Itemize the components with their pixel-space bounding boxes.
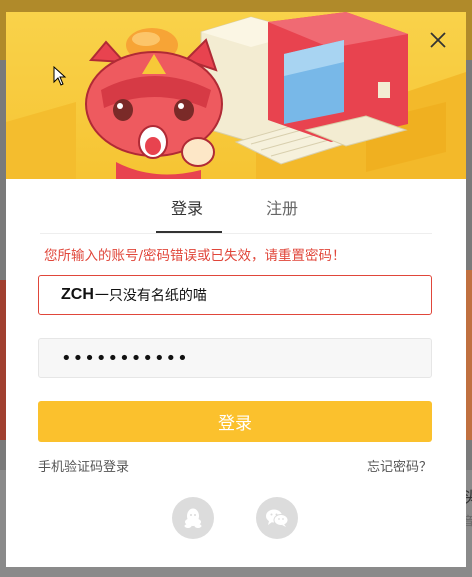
login-tabs: 登录 注册 — [40, 179, 432, 234]
tab-login[interactable]: 登录 — [171, 195, 203, 219]
backdrop-right-card — [466, 270, 472, 440]
login-banner-illustration — [6, 12, 466, 179]
forgot-password-link[interactable]: 忘记密码？ — [367, 456, 432, 475]
login-modal: 登录 注册 您所输入的账号/密码错误或已失效，请重置密码！ ZCH 一只没有名纸… — [6, 12, 466, 567]
error-message: 您所输入的账号/密码错误或已失效，请重置密码！ — [44, 248, 346, 264]
password-value: ••••••••••• — [61, 347, 189, 369]
username-prefix: ZCH — [61, 286, 94, 303]
login-button[interactable]: 登录 — [38, 401, 432, 442]
qq-icon — [184, 508, 202, 528]
sms-login-link[interactable]: 手机验证码登录 — [38, 456, 129, 475]
mouse-cursor-icon — [53, 66, 67, 86]
close-button[interactable] — [424, 26, 452, 54]
cat-computer-illustration — [6, 12, 466, 179]
password-field[interactable]: ••••••••••• — [38, 338, 432, 378]
close-icon — [430, 32, 446, 48]
qq-login-button[interactable] — [172, 497, 214, 539]
wechat-icon — [266, 509, 289, 527]
username-field[interactable]: ZCH 一只没有名纸的喵 — [38, 275, 432, 315]
username-value: 一只没有名纸的喵 — [94, 288, 207, 304]
active-tab-indicator — [156, 231, 222, 233]
tab-register[interactable]: 注册 — [266, 195, 298, 219]
wechat-login-button[interactable] — [256, 497, 298, 539]
